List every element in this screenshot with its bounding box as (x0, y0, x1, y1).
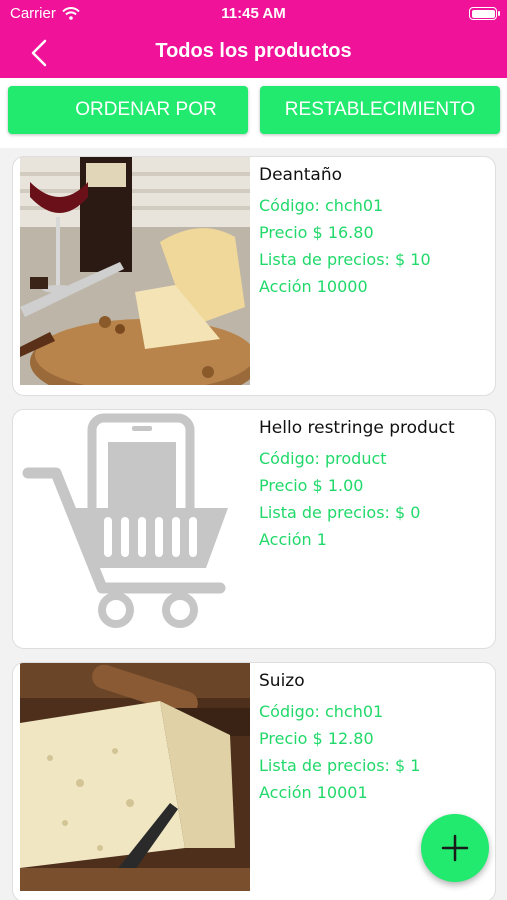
status-bar: Carrier 11:45 AM (0, 0, 507, 28)
product-price-list: Lista de precios: $ 0 (259, 503, 421, 522)
product-list[interactable]: Deantaño Código: chch01 Precio $ 16.80 L… (0, 148, 507, 900)
app-header: Carrier 11:45 AM Todos los productos (0, 0, 507, 78)
navigation-bar: Todos los productos (0, 30, 507, 74)
product-info: Deantaño Código: chch01 Precio $ 16.80 L… (259, 165, 491, 304)
product-code: Código: product (259, 449, 387, 468)
product-price: Precio $ 12.80 (259, 729, 374, 748)
product-card[interactable]: Hello restringe product Código: product … (12, 409, 496, 649)
product-image (20, 663, 250, 891)
product-price-list: Lista de precios: $ 10 (259, 250, 431, 269)
product-action: Acción 1 (259, 530, 327, 549)
product-code: Código: chch01 (259, 702, 384, 721)
product-price: Precio $ 16.80 (259, 223, 374, 242)
shopping-cart-placeholder-icon (20, 410, 250, 638)
product-info: Suizo Código: chch01 Precio $ 12.80 List… (259, 671, 491, 810)
product-code: Código: chch01 (259, 196, 384, 215)
reset-button[interactable]: RESTABLECIMIENTO (260, 86, 500, 134)
product-name: Hello restringe product (259, 418, 455, 438)
plus-icon (441, 834, 469, 862)
product-name: Deantaño (259, 165, 342, 185)
product-card[interactable]: Deantaño Código: chch01 Precio $ 16.80 L… (12, 156, 496, 396)
product-card[interactable]: Suizo Código: chch01 Precio $ 12.80 List… (12, 662, 496, 900)
product-price: Precio $ 1.00 (259, 476, 364, 495)
product-price-list: Lista de precios: $ 1 (259, 756, 421, 775)
product-action: Acción 10000 (259, 277, 368, 296)
product-image (20, 410, 250, 638)
product-info: Hello restringe product Código: product … (259, 418, 491, 557)
sort-by-button[interactable]: ORDENAR POR (8, 86, 248, 134)
add-product-button[interactable] (421, 814, 489, 882)
product-image (20, 157, 250, 385)
status-time: 11:45 AM (221, 5, 286, 22)
page-title: Todos los productos (155, 40, 352, 62)
toolbar: ORDENAR POR RESTABLECIMIENTO (0, 78, 507, 148)
battery-icon (469, 7, 500, 20)
product-name: Suizo (259, 671, 305, 691)
product-action: Acción 10001 (259, 783, 368, 802)
